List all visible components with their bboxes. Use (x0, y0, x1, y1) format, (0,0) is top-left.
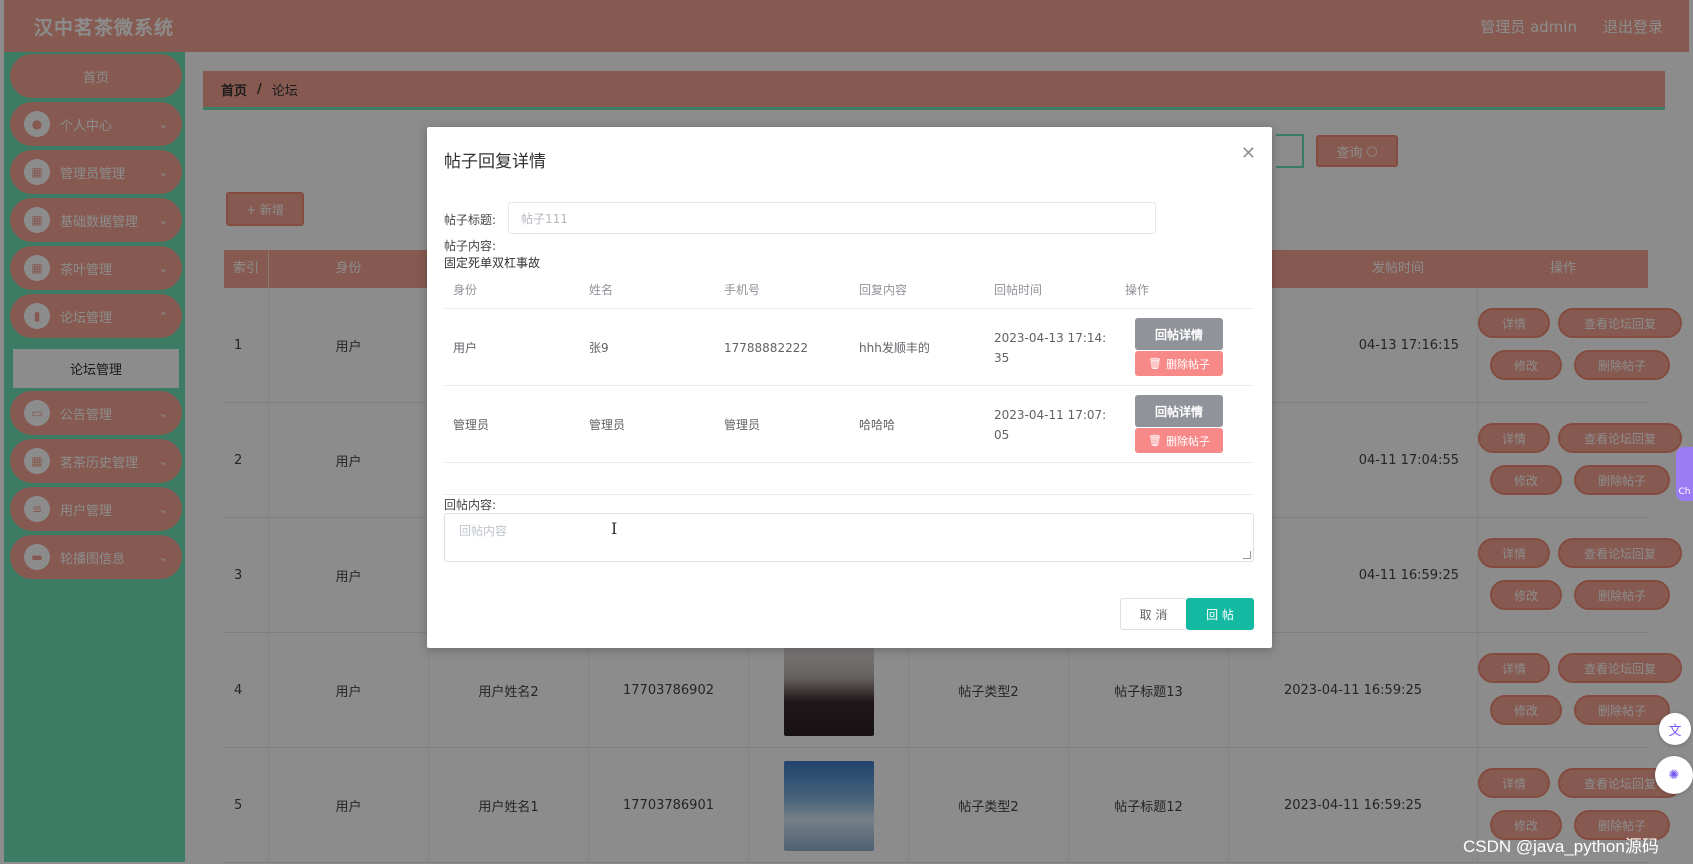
divider (444, 462, 1254, 463)
reply-role: 用户 (453, 340, 478, 355)
submit-reply-button[interactable]: 回 帖 (1186, 598, 1254, 630)
reply-time-line: 05 (994, 427, 1010, 442)
reply-row: 用户 张9 17788882222 hhh发顺丰的 2023-04-13 17:… (444, 308, 1254, 385)
trash-icon: 🗑 (1148, 434, 1162, 447)
reply-content: 哈哈哈 (859, 417, 896, 432)
reply-placeholder: 回帖内容 (459, 524, 508, 538)
column-header: 回复内容 (859, 283, 908, 297)
translate-icon[interactable]: 文 (1659, 713, 1691, 745)
column-header: 操作 (1125, 283, 1150, 297)
column-header: 回帖时间 (994, 283, 1043, 297)
post-content-label: 帖子内容: (444, 239, 497, 253)
watermark: CSDN @java_python源码 (1463, 837, 1659, 856)
reply-content: hhh发顺丰的 (859, 340, 930, 355)
reply-name: 管理员 (589, 417, 626, 432)
reply-textarea[interactable]: 回帖内容 I (444, 513, 1254, 562)
delete-reply-button[interactable]: 🗑 删除帖子 (1135, 351, 1223, 376)
post-title-label: 帖子标题: (444, 213, 497, 227)
reply-time: 2023-04-11 17:07: 05 (994, 386, 1106, 463)
dialog-title: 帖子回复详情 (444, 152, 546, 172)
divider (444, 494, 1254, 495)
column-header: 姓名 (589, 283, 614, 297)
reply-time-line: 2023-04-13 17:14: (994, 330, 1107, 345)
cancel-button[interactable]: 取 消 (1120, 598, 1187, 630)
column-header: 手机号 (724, 283, 761, 297)
post-title-field[interactable]: 帖子111 (508, 202, 1156, 234)
reply-time: 2023-04-13 17:14: 35 (994, 309, 1106, 386)
reply-detail-button[interactable]: 回帖详情 (1135, 318, 1223, 350)
delete-reply-button[interactable]: 🗑 删除帖子 (1135, 428, 1223, 453)
reply-time-line: 35 (994, 350, 1010, 365)
close-icon[interactable]: ✕ (1241, 143, 1256, 164)
text-cursor-icon: I (611, 519, 618, 538)
reply-phone: 17788882222 (724, 340, 808, 355)
chat-side-tab[interactable]: Ch (1676, 447, 1693, 501)
reply-time-line: 2023-04-11 17:07: (994, 407, 1107, 422)
resize-handle[interactable] (1243, 551, 1251, 559)
reply-detail-button[interactable]: 回帖详情 (1135, 395, 1223, 427)
delete-reply-label: 删除帖子 (1165, 434, 1210, 448)
reply-role: 管理员 (453, 417, 490, 432)
reply-phone: 管理员 (724, 417, 761, 432)
trash-icon: 🗑 (1148, 357, 1162, 370)
reply-content-label: 回帖内容: (444, 498, 497, 512)
brain-icon[interactable]: ✺ (1655, 756, 1693, 794)
column-header: 身份 (453, 283, 478, 297)
reply-name: 张9 (589, 340, 609, 355)
reply-detail-dialog: 帖子回复详情 ✕ 帖子标题: 帖子111 帖子内容: 固定死单双杠事故 身份 姓… (427, 127, 1272, 648)
delete-reply-label: 删除帖子 (1165, 357, 1210, 371)
post-content-text: 固定死单双杠事故 (444, 256, 541, 270)
reply-row: 管理员 管理员 管理员 哈哈哈 2023-04-11 17:07: 05 回帖详… (444, 385, 1254, 462)
